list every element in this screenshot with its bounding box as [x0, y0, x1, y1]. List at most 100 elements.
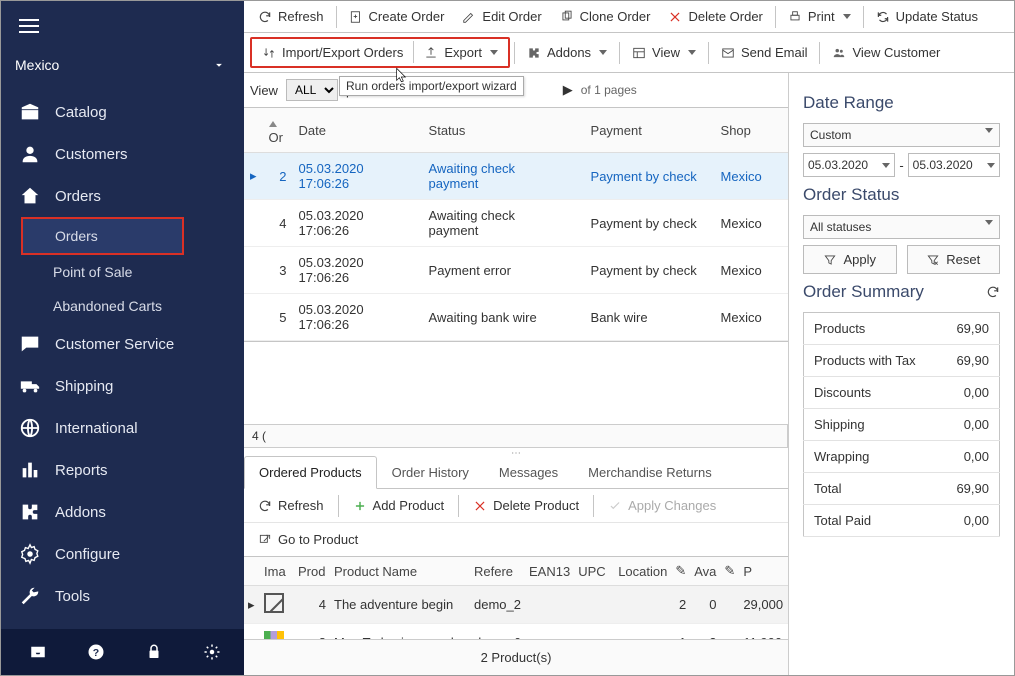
refresh-icon: [258, 10, 272, 24]
sidebar-item-cs[interactable]: Customer Service: [1, 323, 244, 365]
label: Reports: [55, 462, 108, 479]
create-order-button[interactable]: Create Order: [341, 5, 453, 28]
chat-icon: [19, 333, 41, 355]
prod-refresh-button[interactable]: Refresh: [250, 494, 332, 517]
settings-icon[interactable]: [203, 643, 221, 661]
col-price[interactable]: P: [739, 557, 788, 586]
product-row[interactable]: 8Mug Today is a gooddemo_61211,900: [244, 624, 788, 640]
date-preset-select[interactable]: Custom: [803, 123, 1000, 147]
label: Addons: [55, 504, 106, 521]
label: View: [652, 45, 680, 60]
col-status[interactable]: Status: [423, 108, 573, 153]
apply-changes-button[interactable]: Apply Changes: [600, 494, 724, 517]
pane-resizer[interactable]: ⋯: [244, 448, 788, 456]
label: International: [55, 420, 138, 437]
import-export-button[interactable]: Import/Export Orders: [254, 41, 411, 64]
col-ava[interactable]: Ava: [690, 557, 720, 586]
update-status-button[interactable]: Update Status: [868, 5, 986, 28]
hamburger-icon[interactable]: [19, 19, 39, 33]
svg-text:?: ?: [93, 647, 99, 659]
sidebar-item-tools[interactable]: Tools: [1, 575, 244, 617]
goto-product-button[interactable]: Go to Product: [250, 528, 366, 551]
col-date[interactable]: Date: [293, 108, 423, 153]
col-ean[interactable]: EAN13: [525, 557, 574, 586]
mouse-cursor-icon: [394, 67, 410, 83]
tab[interactable]: Messages: [484, 456, 573, 488]
label: Update Status: [896, 9, 978, 24]
col-upc[interactable]: UPC: [574, 557, 614, 586]
edit-order-button[interactable]: Edit Order: [454, 5, 549, 28]
help-icon[interactable]: ?: [87, 643, 105, 661]
sidebar-item-shipping[interactable]: Shipping: [1, 365, 244, 407]
clone-order-button[interactable]: Clone Order: [552, 5, 659, 28]
box-icon: [19, 101, 41, 123]
delete-order-button[interactable]: Delete Order: [660, 5, 770, 28]
puzzle-icon: [527, 46, 541, 60]
sidebar-item-customers[interactable]: Customers: [1, 133, 244, 175]
label: Add Product: [373, 498, 445, 513]
label: Clone Order: [580, 9, 651, 24]
sidebar-item-reports[interactable]: Reports: [1, 449, 244, 491]
col-loc[interactable]: Location: [614, 557, 671, 586]
goto-icon: [258, 533, 272, 547]
summary-table: Products69,90Products with Tax69,90Disco…: [803, 312, 1000, 537]
col-payment[interactable]: Payment: [585, 108, 715, 153]
view-customer-button[interactable]: View Customer: [824, 41, 948, 64]
delete-product-button[interactable]: Delete Product: [465, 494, 587, 517]
house-icon: [19, 185, 41, 207]
label: Addons: [547, 45, 591, 60]
order-row[interactable]: 305.03.2020 17:06:26Payment errorPayment…: [244, 247, 788, 294]
order-row[interactable]: ▸205.03.2020 17:06:26Awaiting check paym…: [244, 153, 788, 200]
add-product-button[interactable]: Add Product: [345, 494, 453, 517]
addons-button[interactable]: Addons: [519, 41, 615, 64]
pages-label: of 1 pages: [581, 83, 637, 97]
refresh-icon[interactable]: [986, 285, 1000, 299]
col-id[interactable]: Or: [269, 130, 283, 145]
sidebar-item-orders[interactable]: Orders: [1, 175, 244, 217]
order-row[interactable]: 405.03.2020 17:06:26Awaiting check payme…: [244, 200, 788, 247]
view-button[interactable]: View: [624, 41, 704, 64]
col-img[interactable]: Ima: [260, 557, 294, 586]
summary-row: Wrapping0,00: [804, 441, 1000, 473]
date-from-input[interactable]: 05.03.2020: [803, 153, 895, 177]
sidebar-sub-abandoned[interactable]: Abandoned Carts: [1, 289, 244, 323]
plus-doc-icon: [349, 10, 363, 24]
sidebar-item-configure[interactable]: Configure: [1, 533, 244, 575]
funnel-x-icon: [926, 253, 940, 267]
status-select[interactable]: All statuses: [803, 215, 1000, 239]
view-select[interactable]: ALL: [286, 79, 338, 101]
date-to-input[interactable]: 05.03.2020: [908, 153, 1000, 177]
order-row[interactable]: 505.03.2020 17:06:26Awaiting bank wireBa…: [244, 294, 788, 341]
sidebar: Mexico Catalog Customers Orders Orders P…: [1, 1, 244, 675]
sidebar-item-catalog[interactable]: Catalog: [1, 91, 244, 133]
lock-icon[interactable]: [145, 643, 163, 661]
export-button[interactable]: Export: [416, 41, 506, 64]
sidebar-sub-orders[interactable]: Orders: [23, 219, 182, 253]
label: Delete Order: [688, 9, 762, 24]
tab[interactable]: Ordered Products: [244, 456, 377, 489]
label: Refresh: [278, 498, 324, 513]
gear-icon: [19, 543, 41, 565]
funnel-icon: [823, 253, 837, 267]
order-summary-heading: Order Summary: [803, 282, 1000, 302]
tab[interactable]: Order History: [377, 456, 484, 488]
product-row[interactable]: ▸4The adventure begindemo_22029,000: [244, 586, 788, 624]
sidebar-item-addons[interactable]: Addons: [1, 491, 244, 533]
apply-filter-button[interactable]: Apply: [803, 245, 897, 274]
col-shop[interactable]: Shop: [715, 108, 788, 153]
dropdown-icon: [882, 163, 890, 168]
send-email-button[interactable]: Send Email: [713, 41, 815, 64]
inbox-icon[interactable]: [29, 643, 47, 661]
reset-filter-button[interactable]: Reset: [907, 245, 1001, 274]
sidebar-item-intl[interactable]: International: [1, 407, 244, 449]
col-name[interactable]: Product Name: [330, 557, 470, 586]
refresh-button[interactable]: Refresh: [250, 5, 332, 28]
tab[interactable]: Merchandise Returns: [573, 456, 727, 488]
sort-icon[interactable]: [269, 121, 277, 127]
print-button[interactable]: Print: [780, 5, 859, 28]
label: Go to Product: [278, 532, 358, 547]
col-pid[interactable]: Prod: [294, 557, 330, 586]
col-ref[interactable]: Refere: [470, 557, 525, 586]
sidebar-sub-pos[interactable]: Point of Sale: [1, 255, 244, 289]
shop-selector[interactable]: Mexico: [1, 51, 244, 85]
